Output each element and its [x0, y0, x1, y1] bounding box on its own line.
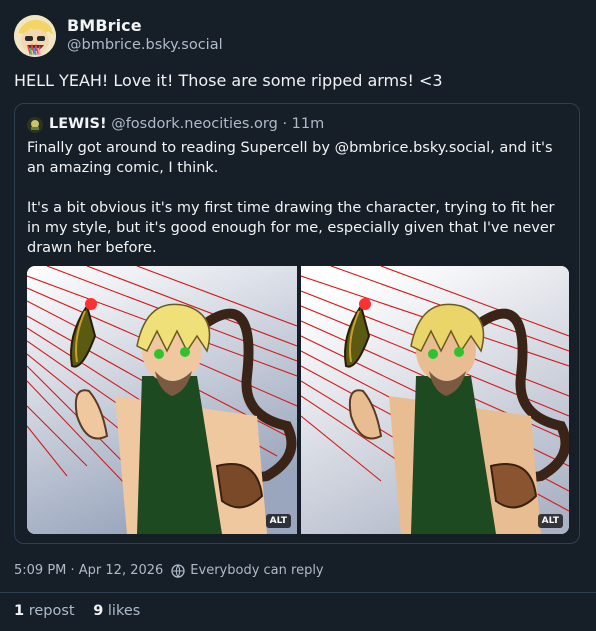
post-meta: 5:09 PM · Apr 12, 2026 Everybody can rep… — [14, 563, 324, 578]
quoted-post[interactable]: LEWIS! @fosdork.neocities.org · 11m Fina… — [14, 103, 580, 544]
author-handle[interactable]: @bmbrice.bsky.social — [67, 37, 223, 53]
reply-setting: Everybody can reply — [190, 563, 324, 578]
quote-author-handle[interactable]: @fosdork.neocities.org — [111, 116, 278, 132]
repost-label: repost — [28, 603, 75, 619]
quote-paragraph: It's a bit obvious it's my first time dr… — [27, 200, 555, 256]
avatar-icon — [14, 15, 56, 57]
repost-count-link[interactable]: 1 repost — [14, 603, 75, 619]
fan-art-image — [301, 266, 569, 534]
like-count: 9 — [93, 603, 104, 619]
quote-header: LEWIS! @fosdork.neocities.org · 11m — [49, 116, 324, 132]
author-avatar[interactable] — [14, 15, 56, 57]
alt-badge[interactable]: ALT — [537, 514, 563, 528]
like-label: likes — [107, 603, 141, 619]
alt-badge[interactable]: ALT — [265, 514, 291, 528]
quote-paragraph: Finally got around to reading Supercell … — [27, 140, 553, 176]
avatar-icon — [27, 117, 43, 133]
quote-age[interactable]: 11m — [292, 116, 325, 132]
globe-icon — [171, 563, 185, 578]
divider — [0, 592, 596, 593]
quote-author-avatar[interactable] — [27, 117, 43, 133]
quote-body: Finally got around to reading Supercell … — [27, 138, 567, 258]
post-timestamp[interactable]: 5:09 PM · Apr 12, 2026 — [14, 563, 163, 578]
quote-image-1[interactable]: ALT — [27, 266, 297, 534]
fan-art-image — [27, 266, 297, 534]
quote-separator: · — [277, 116, 292, 132]
post-stats: 1 repost 9 likes — [14, 603, 154, 619]
author-display-name[interactable]: BMBrice — [67, 16, 142, 35]
quote-author-name[interactable]: LEWIS! — [49, 116, 107, 132]
quote-image-2[interactable]: ALT — [301, 266, 569, 534]
post-text: HELL YEAH! Love it! Those are some rippe… — [14, 71, 443, 90]
like-count-link[interactable]: 9 likes — [93, 603, 140, 619]
repost-count: 1 — [14, 603, 25, 619]
